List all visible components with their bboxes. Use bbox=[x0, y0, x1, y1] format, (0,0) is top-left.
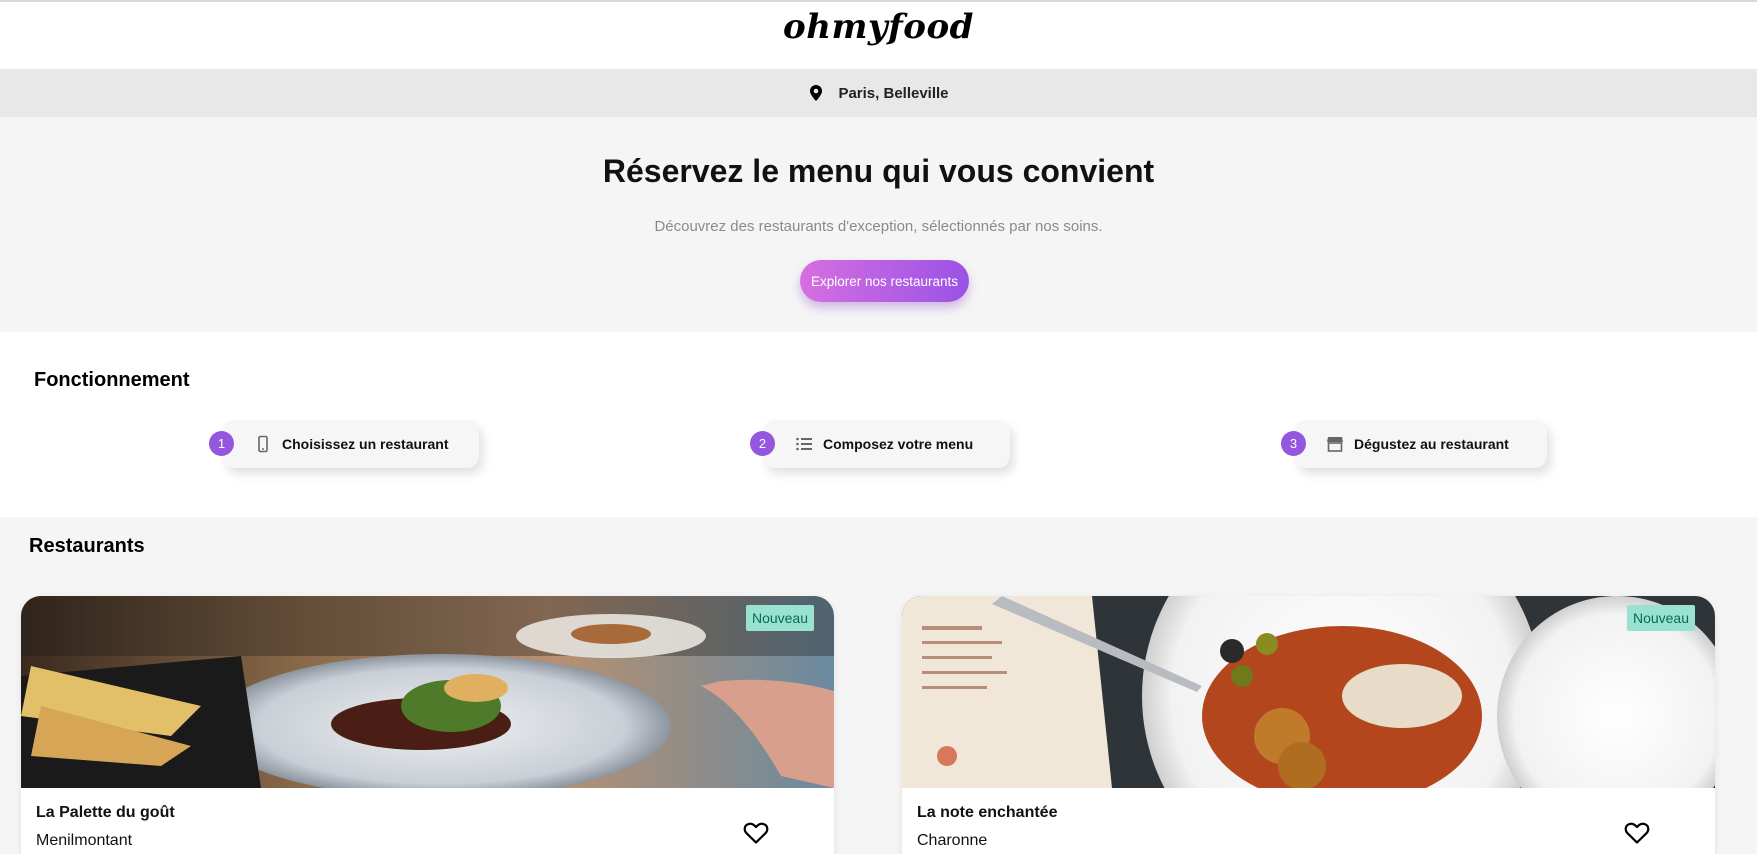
step-number: 1 bbox=[209, 431, 234, 456]
step-3: 3 Dégustez au restaurant bbox=[1281, 420, 1547, 468]
restaurant-photo bbox=[902, 596, 1715, 788]
store-icon bbox=[1327, 437, 1343, 452]
restaurant-card[interactable]: Nouveau La note enchantée Charonne bbox=[902, 596, 1715, 854]
step-number: 2 bbox=[750, 431, 775, 456]
location-bar: Paris, Belleville bbox=[0, 69, 1757, 117]
map-pin-icon bbox=[810, 85, 823, 101]
explore-restaurants-button[interactable]: Explorer nos restaurants bbox=[800, 260, 969, 302]
hero-section: Réservez le menu qui vous convient Décou… bbox=[0, 117, 1757, 332]
step-label: Choisissez un restaurant bbox=[282, 436, 449, 452]
restaurant-name[interactable]: La Palette du goût bbox=[36, 804, 175, 822]
location-label: Paris, Belleville bbox=[838, 84, 949, 102]
restaurant-name[interactable]: La note enchantée bbox=[917, 804, 1057, 822]
heart-icon[interactable] bbox=[743, 821, 769, 845]
site-header: ohmyfood bbox=[0, 2, 1757, 69]
restaurant-card[interactable]: Nouveau La Palette du goût Menilmontant bbox=[21, 596, 834, 854]
restaurant-area: Charonne bbox=[917, 832, 988, 849]
step-2: 2 Composez votre menu bbox=[750, 420, 1010, 468]
section-title-fonctionnement: Fonctionnement bbox=[34, 369, 190, 391]
restaurant-area: Menilmontant bbox=[36, 832, 133, 849]
step-1: 1 Choisissez un restaurant bbox=[209, 420, 479, 468]
restaurants-section: Restaurants Nouveau La Palette du goût M… bbox=[0, 517, 1757, 854]
restaurant-photo bbox=[21, 596, 834, 788]
new-badge: Nouveau bbox=[1626, 605, 1695, 631]
section-title-restaurants: Restaurants bbox=[29, 535, 145, 557]
heart-icon[interactable] bbox=[1624, 821, 1650, 845]
new-badge: Nouveau bbox=[745, 605, 814, 631]
logo[interactable]: ohmyfood bbox=[783, 7, 974, 69]
hero-title: Réservez le menu qui vous convient bbox=[602, 153, 1155, 189]
how-it-works-section: Fonctionnement 1 Choisissez un restauran… bbox=[0, 332, 1757, 517]
phone-icon bbox=[258, 435, 268, 453]
list-icon bbox=[796, 437, 812, 451]
step-label: Composez votre menu bbox=[823, 436, 974, 452]
step-label: Dégustez au restaurant bbox=[1354, 436, 1509, 452]
hero-subtitle: Découvrez des restaurants d'exception, s… bbox=[654, 218, 1103, 235]
step-number: 3 bbox=[1281, 431, 1306, 456]
